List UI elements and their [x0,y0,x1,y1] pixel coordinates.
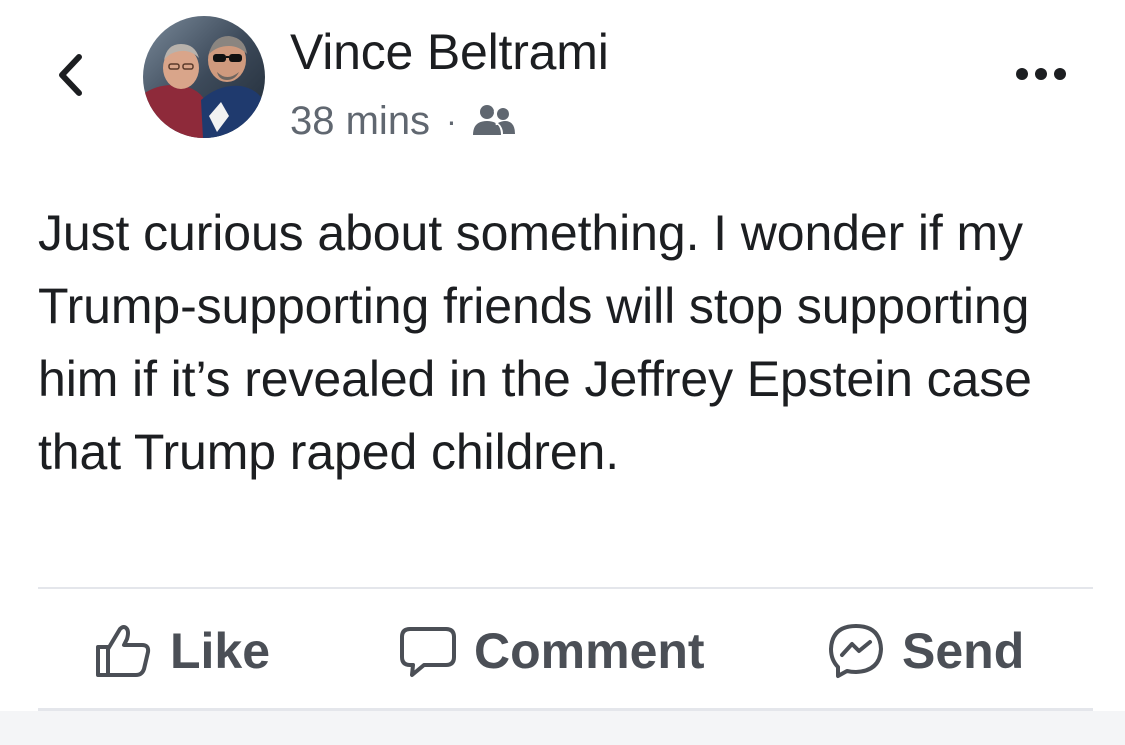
speech-bubble-icon [398,623,458,679]
author-name[interactable]: Vince Beltrami [290,22,609,82]
post-text: Just curious about something. I wonder i… [38,205,1032,480]
post-meta: 38 mins · [290,96,517,146]
post-actions: Like Comment Send [0,612,1125,690]
chevron-left-icon [55,53,85,102]
like-button[interactable]: Like [94,612,270,690]
divider [38,587,1093,589]
feed-separator [0,711,1125,745]
back-button[interactable] [48,50,92,104]
more-horizontal-icon [1015,67,1067,86]
like-label: Like [170,623,271,679]
send-button[interactable]: Send [826,612,1024,690]
more-options-button[interactable] [1011,58,1071,94]
avatar[interactable] [143,16,265,138]
thumbs-up-icon [94,623,154,679]
friends-icon[interactable] [471,103,517,139]
comment-button[interactable]: Comment [398,612,705,690]
meta-separator: · [446,103,457,139]
messenger-icon [826,622,886,680]
send-label: Send [902,623,1025,679]
comment-label: Comment [474,623,705,679]
post-time[interactable]: 38 mins [290,99,430,144]
